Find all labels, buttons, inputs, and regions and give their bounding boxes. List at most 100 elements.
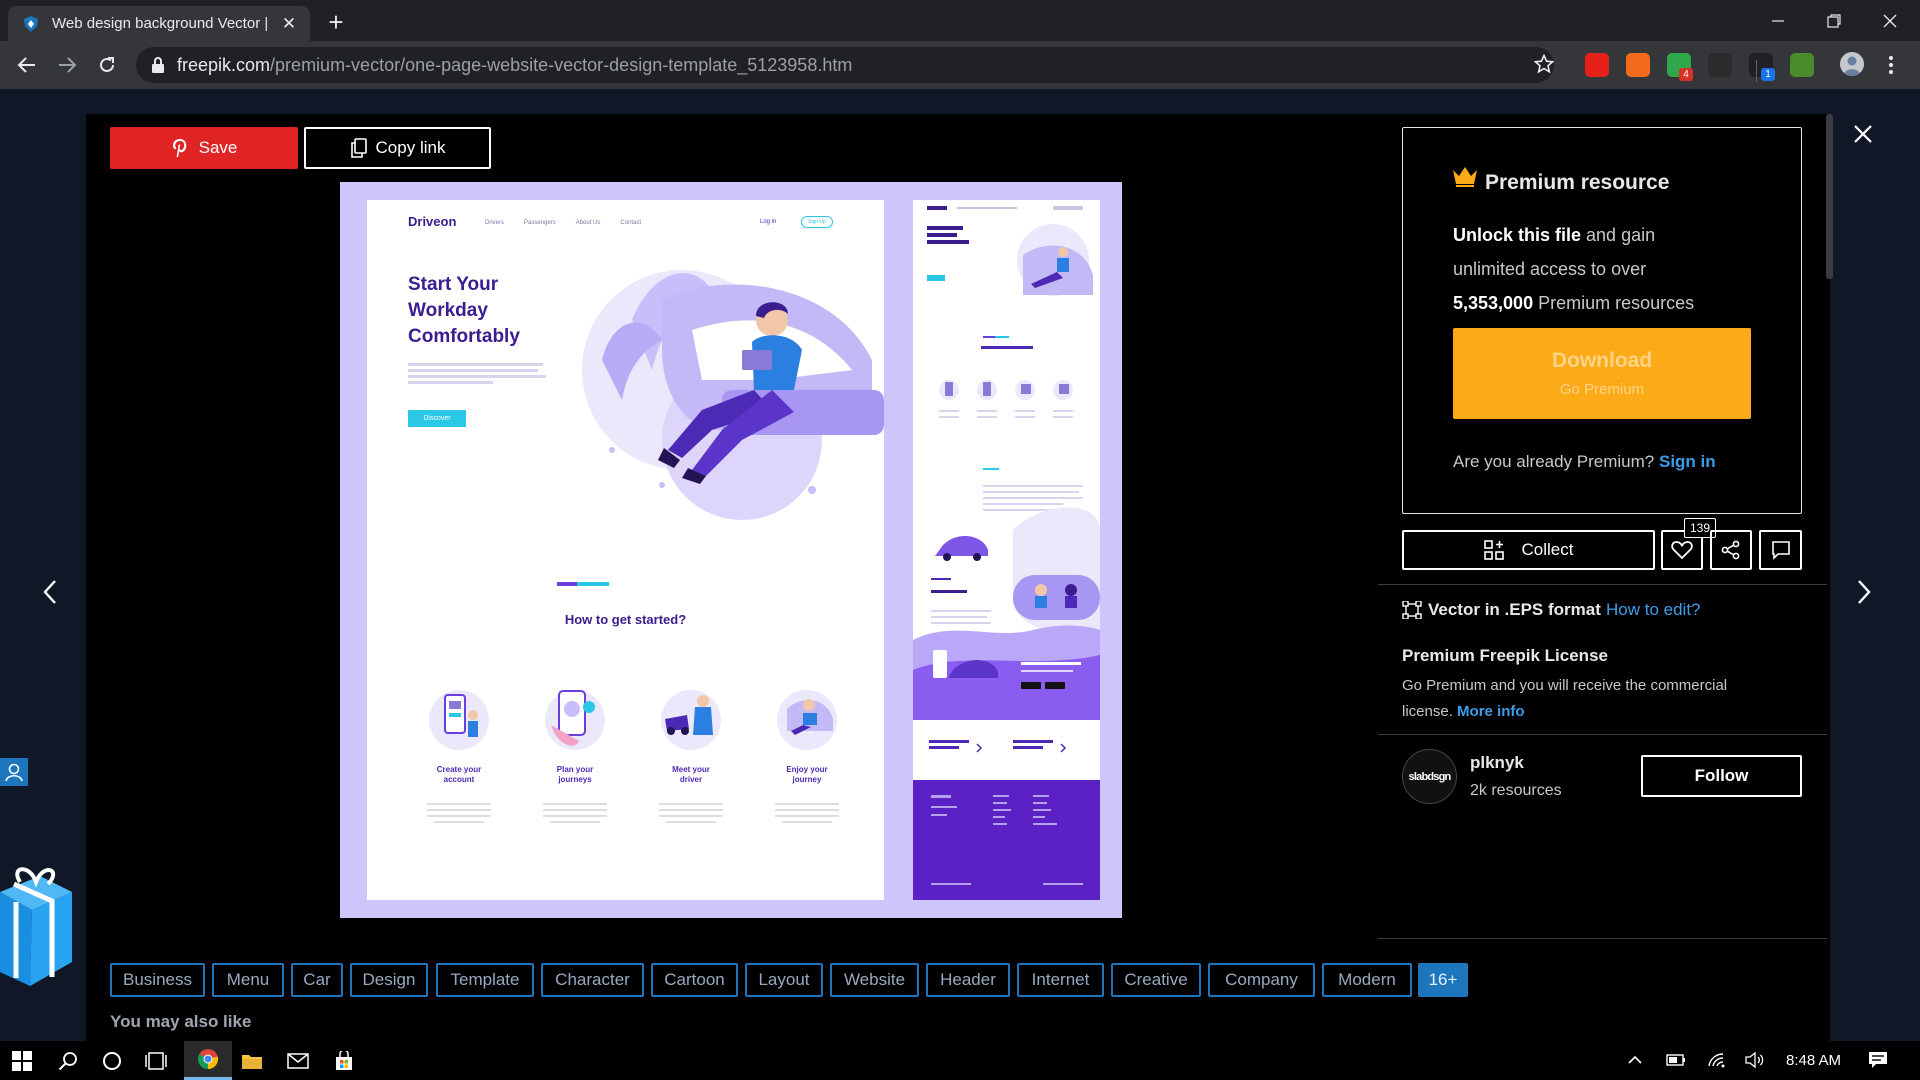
freepik-favicon-icon: [22, 15, 40, 33]
tab-close-icon[interactable]: ✕: [280, 14, 298, 33]
unlock-bold: Unlock this file: [1453, 225, 1582, 245]
forward-arrow-icon[interactable]: [51, 49, 83, 81]
pinterest-save-button[interactable]: Save: [110, 127, 298, 169]
volume-icon[interactable]: [1745, 1052, 1765, 1068]
unlock-line2: unlimited access to over: [1453, 259, 1647, 279]
go-premium-label: Go Premium: [1559, 381, 1645, 398]
tag-design[interactable]: Design: [350, 963, 428, 997]
profile-avatar[interactable]: [1840, 52, 1864, 76]
how-to-edit-link[interactable]: How to edit?: [1606, 600, 1701, 620]
tag-layout[interactable]: Layout: [745, 963, 823, 997]
lock-icon: [151, 57, 165, 73]
download-button[interactable]: Download Go Premium: [1453, 328, 1751, 419]
more-info-link[interactable]: More info: [1457, 703, 1525, 720]
chrome-taskbar-icon[interactable]: [184, 1041, 232, 1080]
tag-creative[interactable]: Creative: [1111, 963, 1201, 997]
mock-hero-line: Workday: [408, 300, 488, 321]
copy-link-label: Copy link: [375, 138, 446, 157]
comment-button[interactable]: [1759, 530, 1802, 570]
tag-business[interactable]: Business: [110, 963, 205, 997]
close-window-icon[interactable]: [1862, 0, 1918, 41]
red-hand-extension-icon[interactable]: [1585, 53, 1609, 77]
battery-icon[interactable]: [1666, 1053, 1686, 1067]
tag-website[interactable]: Website: [830, 963, 919, 997]
modal-scrollbar[interactable]: [1826, 114, 1833, 279]
vector-format-icon: [1402, 601, 1422, 619]
minimize-icon[interactable]: [1750, 0, 1806, 41]
mock-brand-logo: Driveon: [408, 214, 457, 229]
task-view-icon[interactable]: [134, 1041, 178, 1080]
url-text[interactable]: freepik.com/premium-vector/one-page-webs…: [177, 55, 852, 76]
next-arrow-icon[interactable]: [1854, 578, 1874, 606]
store-icon[interactable]: [322, 1041, 366, 1080]
browser-menu-icon[interactable]: [1886, 54, 1896, 76]
mock-how-title: How to get started?: [564, 612, 687, 627]
tag-character[interactable]: Character: [541, 963, 644, 997]
sign-in-link[interactable]: Sign in: [1659, 452, 1716, 471]
user-badge-icon[interactable]: [0, 758, 28, 786]
count-rest: Premium resources: [1533, 293, 1695, 313]
orange-bag-extension-icon[interactable]: [1626, 53, 1650, 77]
mail-icon[interactable]: [276, 1041, 320, 1080]
follow-button[interactable]: Follow: [1641, 755, 1802, 797]
tag-template[interactable]: Template: [436, 963, 534, 997]
mock-hero-illustration: [582, 270, 884, 520]
tag-internet[interactable]: Internet: [1017, 963, 1104, 997]
wifi-icon[interactable]: [1707, 1052, 1727, 1068]
panel-divider: [1378, 734, 1827, 735]
premium-title: Premium resource: [1485, 171, 1670, 194]
license-line1: Go Premium and you will receive the comm…: [1402, 677, 1728, 694]
new-tab-button[interactable]: +: [322, 7, 350, 37]
gift-box-icon[interactable]: [0, 862, 74, 986]
restore-icon[interactable]: [1806, 0, 1862, 41]
save-label: Save: [198, 138, 238, 157]
mock-step: Plan your journeys: [529, 685, 621, 823]
mock-hero-line: Start Your: [408, 274, 499, 295]
mock-nav-item: Passengers: [524, 220, 556, 226]
more-tags-button[interactable]: 16+: [1418, 963, 1468, 997]
comment-icon: [1771, 540, 1791, 560]
author-name[interactable]: plknyk: [1470, 753, 1524, 773]
mock-step-title: Plan your journeys: [556, 765, 594, 784]
license-title: Premium Freepik License: [1402, 646, 1608, 665]
tag-cartoon[interactable]: Cartoon: [651, 963, 738, 997]
cortana-icon[interactable]: [90, 1041, 134, 1080]
file-explorer-icon[interactable]: [230, 1041, 274, 1080]
download-label: Download: [1551, 349, 1653, 372]
url-domain: freepik.com: [177, 55, 271, 75]
tag-modern[interactable]: Modern: [1322, 963, 1412, 997]
close-modal-icon[interactable]: [1853, 124, 1873, 144]
dark-face-extension-icon[interactable]: [1708, 53, 1732, 77]
pinterest-icon: [171, 138, 189, 158]
collect-button[interactable]: Collect: [1402, 530, 1655, 570]
bookmark-star-icon[interactable]: [1534, 54, 1554, 74]
search-icon[interactable]: [46, 1041, 90, 1080]
action-center-icon[interactable]: [1868, 1051, 1888, 1069]
tag-menu[interactable]: Menu: [212, 963, 284, 997]
clock-time[interactable]: 8:48 AM: [1786, 1052, 1841, 1069]
tag-header[interactable]: Header: [926, 963, 1010, 997]
windows-start-icon[interactable]: [0, 1041, 44, 1080]
copy-link-button[interactable]: Copy link: [304, 127, 491, 169]
license-text: Go Premium and you will receive the comm…: [1402, 673, 1727, 725]
mock-hero-text: [408, 363, 548, 384]
tag-company[interactable]: Company: [1208, 963, 1315, 997]
mock-step-title: Meet your driver: [672, 765, 710, 784]
mock-hero-line: Comfortably: [408, 326, 520, 347]
reload-icon[interactable]: [91, 49, 123, 81]
mock-login: Log in: [760, 219, 777, 225]
toolbar-divider: [1756, 60, 1757, 82]
tray-chevron-up-icon[interactable]: [1627, 1052, 1643, 1068]
share-button[interactable]: [1710, 530, 1752, 570]
author-avatar[interactable]: slabdsgn: [1402, 749, 1457, 804]
mock-step-title: Create your account: [436, 765, 482, 784]
back-arrow-icon[interactable]: [11, 49, 43, 81]
mock-step: Enjoy your journey: [761, 685, 853, 823]
share-icon: [1721, 540, 1741, 560]
tag-car[interactable]: Car: [291, 963, 343, 997]
colorful-extension-icon[interactable]: [1790, 53, 1814, 77]
extension-badge: 1: [1761, 68, 1775, 81]
browser-tab[interactable]: Web design background Vector | ✕: [8, 6, 310, 41]
mock-hero-title: Start Your Workday Comfortably: [408, 272, 520, 350]
previous-arrow-icon[interactable]: [40, 578, 60, 606]
